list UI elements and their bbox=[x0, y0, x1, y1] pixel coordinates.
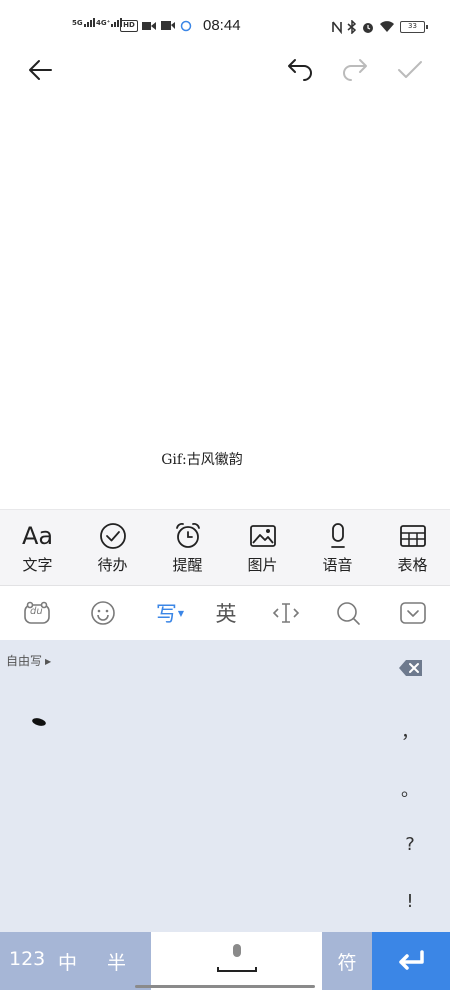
screen-record-icon bbox=[161, 21, 175, 30]
caret-down-icon: ▼ bbox=[177, 608, 185, 618]
question-key[interactable]: ? bbox=[396, 834, 424, 855]
image-icon bbox=[225, 522, 300, 550]
redo-icon[interactable] bbox=[341, 56, 369, 84]
chinese-key[interactable]: 中 bbox=[58, 948, 77, 975]
alarm-icon bbox=[363, 23, 373, 33]
symbol-key[interactable]: 符 bbox=[322, 932, 372, 990]
keyboard-logo-icon[interactable]: du bbox=[22, 598, 52, 628]
signal-5g-icon: 5G bbox=[72, 18, 96, 27]
todo-check-icon bbox=[75, 522, 150, 550]
triangle-right-icon: ▶ bbox=[45, 657, 52, 666]
enter-key[interactable] bbox=[372, 932, 450, 990]
undo-icon[interactable] bbox=[286, 56, 314, 84]
format-text-button[interactable]: Aa 文字 bbox=[0, 510, 75, 587]
microphone-icon bbox=[217, 944, 257, 972]
text-format-icon: Aa bbox=[21, 522, 54, 550]
format-image-button[interactable]: 图片 bbox=[225, 510, 300, 587]
english-mode-tab[interactable]: 英 bbox=[211, 598, 241, 628]
handwriting-pad[interactable]: 自由写 ▶ ， 。 ? ! bbox=[0, 640, 450, 932]
status-bar: 5G 4G⁺ HD 08:44 33 bbox=[0, 0, 450, 52]
microphone-icon bbox=[300, 522, 375, 550]
bluetooth-icon bbox=[347, 20, 357, 34]
space-key[interactable] bbox=[151, 932, 322, 990]
format-bar: Aa 文字 待办 提醒 图片 语音 表格 bbox=[0, 509, 450, 586]
half-width-key[interactable]: 半 bbox=[107, 948, 126, 975]
keyboard-bottom-row: 123 中 半 符 bbox=[0, 932, 450, 990]
nfc-icon bbox=[332, 21, 342, 34]
search-icon[interactable] bbox=[333, 598, 363, 628]
handwrite-mode-tab[interactable]: 写 ▼ bbox=[150, 598, 190, 628]
format-table-button[interactable]: 表格 bbox=[375, 510, 450, 587]
sync-icon bbox=[180, 20, 192, 32]
free-write-mode[interactable]: 自由写 ▶ bbox=[6, 652, 51, 669]
format-reminder-button[interactable]: 提醒 bbox=[150, 510, 225, 587]
wifi-icon bbox=[380, 21, 394, 32]
battery-icon: 33 bbox=[400, 21, 428, 33]
arrow-left-icon[interactable] bbox=[26, 56, 54, 84]
period-key[interactable]: 。 bbox=[396, 776, 424, 802]
mode-keys: 123 中 半 bbox=[0, 932, 151, 990]
alarm-clock-icon bbox=[150, 522, 225, 550]
video-recording-icon bbox=[142, 22, 156, 30]
enter-icon bbox=[399, 950, 424, 970]
table-icon bbox=[375, 522, 450, 550]
emoji-icon[interactable] bbox=[88, 598, 118, 628]
check-icon[interactable] bbox=[396, 56, 424, 84]
clock: 08:44 bbox=[203, 17, 241, 34]
backspace-icon[interactable] bbox=[398, 658, 424, 682]
note-caption: Gif:古风徽韵 bbox=[161, 452, 243, 468]
cursor-move-icon[interactable] bbox=[271, 598, 301, 628]
keyboard-toolbar: du 写 ▼ 英 bbox=[0, 586, 450, 640]
editor-toolbar bbox=[0, 52, 450, 88]
format-voice-button[interactable]: 语音 bbox=[300, 510, 375, 587]
numeric-key[interactable]: 123 bbox=[9, 948, 45, 970]
comma-key[interactable]: ， bbox=[396, 718, 424, 744]
format-todo-button[interactable]: 待办 bbox=[75, 510, 150, 587]
home-indicator[interactable] bbox=[135, 985, 315, 988]
hide-keyboard-icon[interactable] bbox=[398, 598, 428, 628]
exclamation-key[interactable]: ! bbox=[396, 891, 424, 912]
ink-stroke bbox=[32, 718, 46, 726]
hd-voice-icon: HD bbox=[120, 20, 138, 32]
